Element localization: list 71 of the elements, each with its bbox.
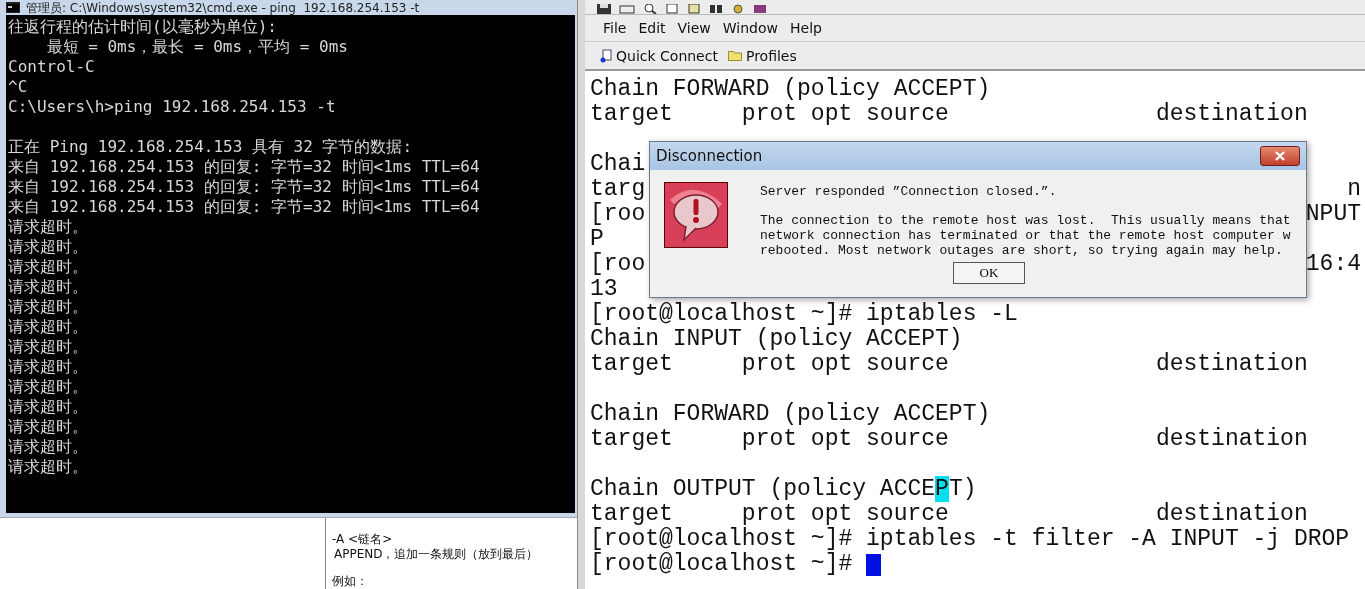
- console-line: 请求超时。: [8, 377, 89, 397]
- console-line: 请求超时。: [8, 277, 89, 297]
- binoculars-icon[interactable]: [709, 4, 723, 14]
- terminal-line: [roo: [590, 252, 646, 277]
- warning-icon: [664, 182, 728, 248]
- dialog-text: rebooted. Most network outages are short, so trying again may help.: [760, 243, 1284, 258]
- terminal-line: target prot opt source destination: [590, 502, 1308, 527]
- terminal-line: [root@localhost ~]# iptables -t filter -A INPUT -j DROP: [590, 527, 1350, 552]
- dialog-text: The connection to the remote host was lost. This usually means that: [760, 213, 1291, 228]
- terminal-line: Chain OUTPUT (policy ACCEPT): [590, 477, 978, 502]
- document-text: -A <链名>: [332, 532, 394, 547]
- console-line: 来自 192.168.254.153 的回复: 字节=32 时间<1ms TTL=64: [8, 197, 481, 217]
- terminal-line: target prot opt source destination: [590, 352, 1308, 377]
- console-line: 请求超时。: [8, 337, 89, 357]
- terminal-line: target prot opt source destination: [590, 102, 1308, 127]
- terminal-line: NPUT: [1305, 202, 1362, 227]
- console-line: 正在 Ping 192.168.254.153 具有 32 字节的数据:: [8, 137, 414, 157]
- terminal-line: [root@localhost ~]# iptables -L: [590, 302, 1018, 327]
- document-text: 例如：: [332, 574, 369, 589]
- console-line: 往返行程的估计时间(以毫秒为单位):: [8, 17, 278, 37]
- terminal-line: Chain FORWARD (policy ACCEPT): [590, 77, 991, 102]
- console-line: 请求超时。: [8, 397, 89, 417]
- terminal-line: P: [590, 227, 604, 252]
- terminal-line: targ: [590, 177, 646, 202]
- gear-icon[interactable]: [731, 4, 745, 14]
- dialog-text: network connection has terminated or that the remote host computer w: [760, 228, 1291, 243]
- console-line: 请求超时。: [8, 297, 89, 317]
- dialog-title: Disconnection: [656, 147, 763, 165]
- terminal-line: Chai: [590, 152, 646, 177]
- folder-icon: [727, 50, 742, 61]
- dialog-message: Server responded ”Connection closed.”.: [760, 184, 1058, 199]
- close-button[interactable]: [1260, 146, 1300, 166]
- console-line: 请求超时。: [8, 457, 89, 477]
- console-line: 来自 192.168.254.153 的回复: 字节=32 时间<1ms TTL=64: [8, 157, 481, 177]
- terminal-line: target prot opt source destination: [590, 427, 1308, 452]
- document-icon[interactable]: [687, 4, 701, 14]
- console-line: ^C: [8, 77, 29, 97]
- menu-item[interactable]: View: [677, 20, 711, 36]
- connect-icon: [600, 48, 612, 63]
- console-line: 请求超时。: [8, 257, 89, 277]
- ok-button[interactable]: OK: [953, 262, 1025, 284]
- toolbar-button[interactable]: Quick Connect: [597, 45, 721, 66]
- terminal-line: [root@localhost ~]#: [590, 552, 853, 577]
- terminal-line: Chain FORWARD (policy ACCEPT): [590, 402, 991, 427]
- document-icon[interactable]: [665, 4, 679, 14]
- console-line: 请求超时。: [8, 417, 89, 437]
- console-icon: [6, 2, 20, 13]
- close-icon: [1274, 151, 1286, 161]
- console-line: 请求超时。: [8, 237, 89, 257]
- console-line: 请求超时。: [8, 357, 89, 377]
- window-title: 管理员: C:\Windows\system32\cmd.exe - ping 192.168.254.153 -t: [26, 0, 420, 15]
- menu-item[interactable]: Help: [790, 20, 822, 36]
- console-line: 请求超时。: [8, 437, 89, 457]
- console-line: 请求超时。: [8, 217, 89, 237]
- toolbar-button[interactable]: Profiles: [724, 45, 800, 66]
- menu-item[interactable]: Edit: [638, 20, 666, 36]
- floppy-icon[interactable]: [597, 4, 611, 14]
- terminal-line: 16:4: [1305, 252, 1362, 277]
- terminal-line: n: [1347, 177, 1362, 202]
- terminal-line: 13: [590, 277, 618, 302]
- menu-item[interactable]: Window: [722, 20, 778, 36]
- menu-item[interactable]: File: [603, 20, 627, 36]
- terminal-line: [roo: [590, 202, 646, 227]
- document-text: APPEND，追加一条规则（放到最后）: [333, 547, 540, 562]
- magnifier-icon[interactable]: [643, 4, 657, 14]
- console-line: 最短 = 0ms，最长 = 0ms，平均 = 0ms: [45, 37, 349, 57]
- console-line: 来自 192.168.254.153 的回复: 字节=32 时间<1ms TTL=64: [8, 177, 481, 197]
- console-line: Control-C: [8, 57, 96, 77]
- console-line: C:\Users\h>ping 192.168.254.153 -t: [8, 97, 337, 117]
- terminal-line: Chain INPUT (policy ACCEPT): [590, 327, 963, 352]
- console-line: 请求超时。: [8, 317, 89, 337]
